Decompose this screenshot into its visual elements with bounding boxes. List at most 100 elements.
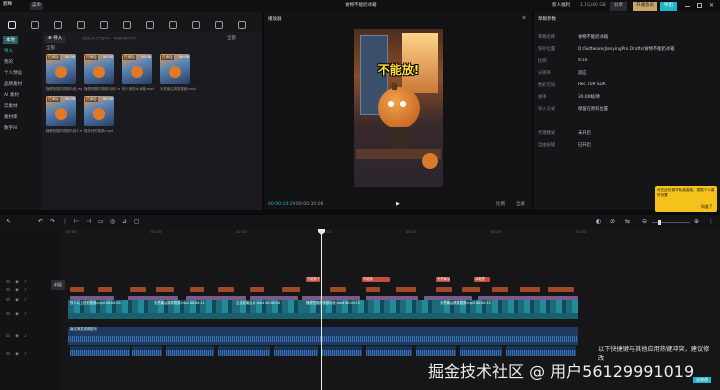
tab-filter[interactable]: 滤镜 (165, 14, 181, 38)
select-cursor-icon[interactable]: ↖ (6, 219, 11, 225)
minimize-icon[interactable] (685, 6, 690, 7)
tab-avatar[interactable]: 数字人 (234, 14, 250, 38)
text-clip[interactable]: 不能放 (362, 277, 390, 282)
link-icon[interactable]: ⊘ (610, 219, 615, 225)
zoom-in-icon[interactable]: ⊕ (694, 219, 699, 225)
caption-clip[interactable] (190, 287, 204, 292)
caption-clip[interactable] (250, 287, 264, 292)
nav-item-4[interactable]: AI 素材 (4, 92, 19, 98)
text-clip[interactable]: 冰箱里 (474, 277, 490, 282)
crop-icon[interactable]: ▢ (134, 219, 140, 225)
close-icon[interactable]: ✕ (709, 3, 714, 9)
nav-item-7[interactable]: 数字AI (4, 125, 17, 131)
eye-icon[interactable]: ◉ (15, 288, 19, 294)
maximize-icon[interactable] (697, 3, 702, 8)
caption-clip[interactable] (548, 287, 574, 292)
media-thumbnail[interactable]: 已添加 00:06 (46, 54, 76, 84)
tab-media[interactable]: 媒体 (4, 14, 20, 38)
subtitle-clip[interactable] (366, 346, 412, 356)
caption-clip[interactable] (462, 287, 480, 292)
media-thumbnail[interactable]: 已添加 00:06 (46, 96, 76, 126)
lock-icon[interactable]: ⊡ (6, 288, 10, 294)
audio-icon[interactable]: ♪ (24, 334, 27, 340)
audio-clip[interactable]: 南瓜搞笑视频配乐 (68, 327, 578, 345)
media-thumbnail[interactable]: 已添加 00:06 (84, 54, 114, 84)
caption-clip[interactable] (70, 287, 84, 292)
subtitle-clip[interactable] (166, 346, 214, 356)
magnet-icon[interactable]: ◐ (596, 219, 601, 225)
playhead[interactable] (321, 229, 322, 390)
redo-icon[interactable]: ↷ (50, 219, 55, 225)
sort-dropdown[interactable]: 全部 (227, 36, 236, 42)
subtitle-clip[interactable] (460, 346, 502, 356)
audio-icon[interactable]: ♪ (24, 298, 27, 304)
nav-item-1[interactable]: 我的 (4, 59, 13, 65)
caption-clip[interactable] (156, 287, 174, 292)
media-thumbnail[interactable]: 已添加 00:06 (160, 54, 190, 84)
tab-effects[interactable]: 特效 (96, 14, 112, 38)
lock-icon[interactable]: ⊡ (6, 352, 10, 358)
tab-sticker[interactable]: 贴纸 (73, 14, 89, 38)
subtitle-clip[interactable] (416, 346, 456, 356)
eye-icon[interactable]: ◉ (15, 334, 19, 340)
subtitle-clip[interactable] (322, 346, 362, 356)
caption-clip[interactable] (520, 287, 540, 292)
export-button[interactable]: 导出 (660, 2, 677, 11)
video-clip[interactable]: 随便拍摄的视频片段.mp4 00:00:12 (304, 300, 438, 314)
delete-icon[interactable]: ▭ (98, 219, 104, 225)
caption-clip[interactable] (436, 287, 452, 292)
lock-icon[interactable]: ⊡ (6, 280, 10, 286)
go-modify-button[interactable]: 去修改 (693, 377, 711, 383)
text-clip[interactable]: 天然南瓜有缩 (436, 277, 450, 282)
audio-icon[interactable]: ♪ (24, 280, 27, 286)
video-clip[interactable]: 天然南瓜搞笑视频.mp4 00:00:15 (438, 300, 578, 314)
audio-icon[interactable]: ♪ (24, 288, 27, 294)
ratio-button[interactable]: 比例 (496, 202, 505, 208)
user-welfare[interactable]: 新人福利 (552, 3, 570, 9)
subtitle-clip[interactable] (506, 346, 576, 356)
play-icon[interactable]: ▶ (396, 202, 400, 207)
subtitle-clip[interactable] (70, 346, 130, 356)
caption-clip[interactable] (330, 287, 346, 292)
eye-icon[interactable]: ◉ (15, 352, 19, 358)
media-search-input[interactable]: 搜索文件名称、标题或时长 (82, 37, 182, 42)
caption-clip[interactable] (98, 287, 112, 292)
caption-clip[interactable] (492, 287, 508, 292)
nav-item-2[interactable]: 个人预设 (4, 70, 22, 76)
video-clip[interactable]: 天然南瓜搞笑视频.mp4 00:00:11 (152, 300, 234, 314)
import-button[interactable]: ⊕ 导入 (45, 36, 66, 43)
zoom-out-icon[interactable]: ⊖ (642, 219, 647, 225)
freeze-icon[interactable]: ◎ (110, 219, 115, 225)
video-clip[interactable]: 生活化南瓜片.mp4 00:00:10 (234, 300, 304, 314)
tooltip-button[interactable]: 知道了 (701, 205, 712, 209)
nav-section-local[interactable]: 本地 (3, 36, 18, 44)
caption-clip[interactable] (396, 287, 416, 292)
audio-icon[interactable]: ♪ (24, 312, 27, 318)
nav-item-0[interactable]: 导入 (4, 48, 13, 54)
subtitle-clip[interactable] (218, 346, 270, 356)
eye-icon[interactable]: ◉ (15, 298, 19, 304)
lock-icon[interactable]: ⊡ (6, 312, 10, 318)
undo-icon[interactable]: ↶ (38, 219, 43, 225)
media-thumbnail[interactable]: 已添加 00:06 (84, 96, 114, 126)
share-button[interactable]: 分享 (610, 2, 627, 11)
split-icon[interactable]: ⋮ (62, 219, 68, 225)
main-menu[interactable]: 菜单 (30, 3, 43, 10)
lock-icon[interactable]: ⊡ (6, 298, 10, 304)
subtitle-clip[interactable] (132, 346, 162, 356)
fullscreen-button[interactable]: 全屏 (516, 202, 525, 208)
video-clip[interactable]: 别人以上拍拍视频.mp4 00:00:05 (68, 300, 152, 314)
text-clip[interactable]: 只能放了 (306, 277, 320, 282)
split-left-icon[interactable]: ⊢ (74, 219, 79, 225)
tab-music[interactable]: 音频 (27, 14, 43, 38)
audio-icon[interactable]: ♪ (24, 352, 27, 358)
player-menu-icon[interactable]: ≡ (522, 16, 526, 22)
eye-icon[interactable]: ◉ (15, 312, 19, 318)
media-thumbnail[interactable]: 已添加 00:06 (122, 54, 152, 84)
video-frame[interactable]: 不能放! (354, 29, 443, 187)
eye-icon[interactable]: ◉ (15, 280, 19, 286)
cover-button[interactable]: 封面 (51, 280, 65, 290)
tab-text[interactable]: 文本 (50, 14, 66, 38)
tab-template[interactable]: 模板 (211, 14, 227, 38)
tab-adjust[interactable]: 调节 (188, 14, 204, 38)
